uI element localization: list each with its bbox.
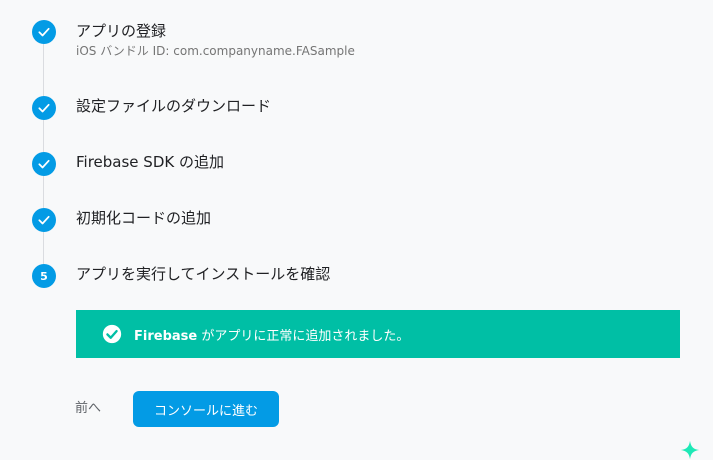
step-status [32, 96, 56, 120]
step-title: Firebase SDK の追加 [76, 153, 224, 171]
step-status [32, 208, 56, 232]
step-title: アプリの登録 [76, 22, 167, 40]
step-connector [43, 176, 44, 208]
check-circle-icon [102, 324, 122, 344]
step-number-badge: 5 [32, 264, 56, 288]
step-title: 初期化コードの追加 [76, 209, 212, 227]
sparkle-icon [680, 440, 700, 460]
step-title: 設定ファイルのダウンロード [76, 97, 272, 115]
back-button[interactable]: 前へ [75, 399, 101, 419]
step-connector [43, 232, 44, 264]
step-status [32, 20, 56, 44]
success-text: がアプリに正常に追加されました。 [197, 328, 410, 344]
check-icon [38, 103, 50, 113]
setup-stepper: アプリの登録 iOS バンドル ID: com.companyname.FASa… [0, 0, 713, 458]
step-connector [43, 120, 44, 152]
product-name: Firebase [134, 328, 198, 344]
continue-to-console-button[interactable]: コンソールに進む [133, 391, 279, 427]
success-message: Firebase がアプリに正常に追加されました。 [134, 325, 409, 344]
check-icon [38, 27, 50, 37]
step-status [32, 152, 56, 176]
bundle-id-text: iOS バンドル ID: com.companyname.FASample [76, 44, 355, 58]
success-banner: Firebase がアプリに正常に追加されました。 [76, 310, 680, 358]
step-title: アプリを実行してインストールを確認 [76, 265, 331, 283]
check-icon [38, 215, 50, 225]
step-number: 5 [40, 269, 48, 283]
check-icon [38, 159, 50, 169]
step-connector [43, 44, 44, 96]
